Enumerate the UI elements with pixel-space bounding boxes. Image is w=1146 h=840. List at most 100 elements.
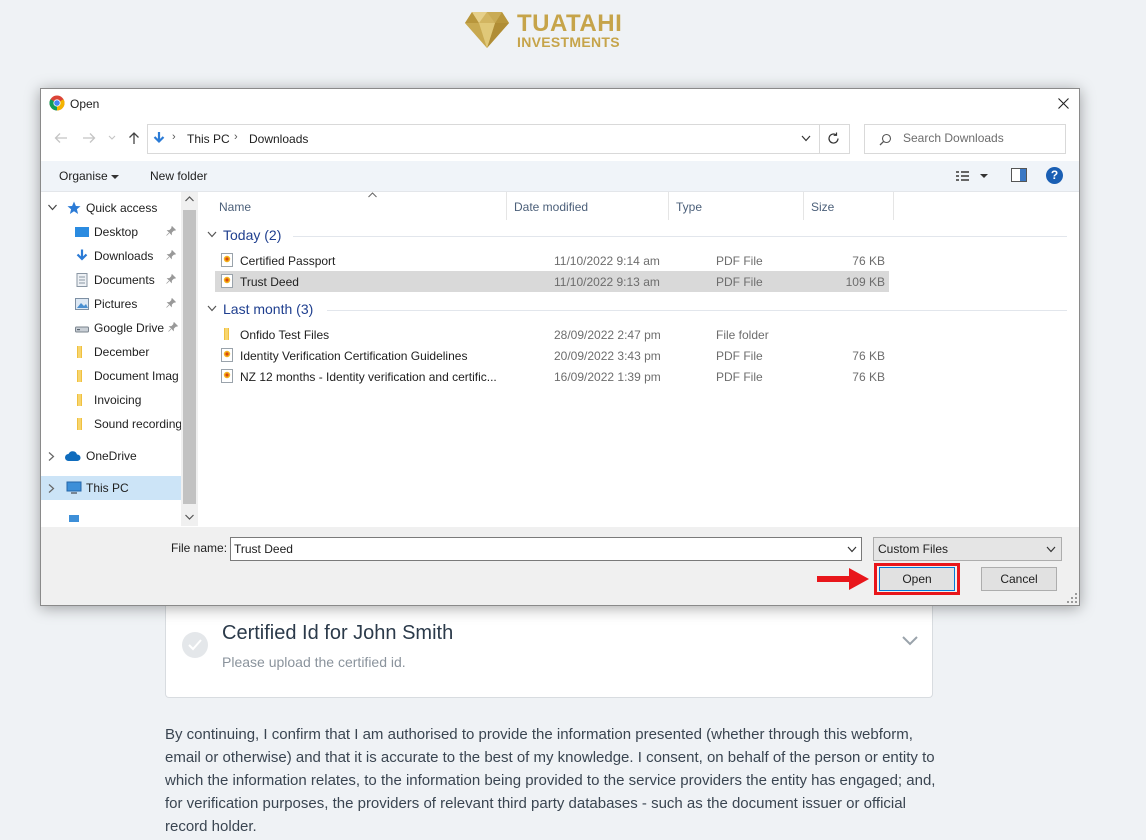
nav-item-network[interactable] [41, 512, 198, 526]
pin-icon [168, 322, 178, 332]
nav-item-downloads[interactable]: Downloads [41, 244, 198, 268]
column-header-type[interactable]: Type [669, 192, 804, 220]
file-type: PDF File [716, 349, 763, 363]
preview-pane-icon[interactable] [1011, 168, 1027, 182]
nav-label: Document Imag [94, 369, 179, 383]
filter-value: Custom Files [878, 542, 949, 556]
search-input[interactable] [903, 130, 1053, 146]
dialog-footer: File name: Custom Files Open Cancel [41, 527, 1079, 605]
column-header-name[interactable]: Name [212, 192, 507, 220]
file-name-combobox[interactable] [230, 537, 862, 561]
up-arrow-icon[interactable] [126, 130, 142, 146]
change-view-button[interactable] [955, 167, 991, 185]
column-header-date[interactable]: Date modified [507, 192, 669, 220]
column-header-size[interactable]: Size [804, 192, 894, 220]
column-label: Type [676, 200, 703, 214]
pdf-file-icon [221, 348, 233, 362]
nav-item-sound-recording[interactable]: Sound recording [41, 412, 198, 436]
nav-item-this-pc[interactable]: This PC [41, 476, 198, 500]
file-row[interactable]: NZ 12 months - Identity verification and… [215, 366, 889, 387]
brand-subtitle: INVESTMENTS [517, 34, 620, 50]
command-bar: Organise New folder ? [41, 161, 1079, 192]
chevron-down-icon[interactable] [847, 546, 857, 553]
card-description: Please upload the certified id. [222, 654, 406, 670]
scrollbar-thumb[interactable] [183, 210, 196, 504]
nav-item-december[interactable]: December [41, 340, 198, 364]
breadcrumb-this-pc[interactable]: This PC [187, 132, 230, 146]
pin-icon [166, 226, 176, 236]
chevron-down-icon [207, 305, 217, 312]
nav-item-invoicing[interactable]: Invoicing [41, 388, 198, 412]
forward-arrow-icon[interactable] [81, 130, 97, 146]
desktop-icon [75, 227, 89, 237]
nav-item-quick-access[interactable]: Quick access [41, 196, 198, 220]
help-icon[interactable]: ? [1046, 167, 1063, 184]
download-icon [76, 249, 88, 261]
file-date: 28/09/2022 2:47 pm [554, 328, 661, 342]
file-name: Trust Deed [240, 275, 299, 289]
nav-label: OneDrive [86, 449, 137, 463]
new-folder-button[interactable]: New folder [150, 169, 207, 183]
network-icon [69, 515, 79, 522]
organise-label: Organise [59, 169, 108, 183]
close-button[interactable] [1049, 89, 1079, 119]
resize-grip-icon[interactable] [1067, 593, 1077, 603]
chevron-down-icon[interactable] [902, 636, 918, 646]
search-icon [879, 133, 892, 146]
scroll-up-icon[interactable] [185, 196, 194, 202]
navigation-scrollbar[interactable] [181, 192, 198, 526]
file-name: Onfido Test Files [240, 328, 330, 342]
group-title: Last month (3) [223, 301, 314, 317]
folder-icon [224, 328, 229, 340]
consent-text: By continuing, I confirm that I am autho… [165, 726, 936, 835]
nav-item-onedrive[interactable]: OneDrive [41, 444, 198, 468]
nav-item-google-drive[interactable]: Google Drive [41, 316, 198, 340]
nav-item-pictures[interactable]: Pictures [41, 292, 198, 316]
group-header-today[interactable]: Today (2) [207, 225, 1067, 247]
refresh-button[interactable] [819, 124, 850, 154]
file-name-input[interactable] [234, 541, 834, 557]
cancel-button[interactable]: Cancel [981, 567, 1057, 591]
file-list[interactable]: Name Date modified Type Size Today (2) C… [199, 192, 1079, 526]
scroll-down-icon[interactable] [185, 514, 194, 520]
folder-icon [77, 394, 82, 406]
chrome-icon [49, 95, 65, 111]
chevron-right-icon [48, 484, 55, 493]
organise-menu[interactable]: Organise [59, 169, 120, 183]
back-arrow-icon[interactable] [53, 130, 69, 146]
star-icon [67, 201, 81, 214]
file-row[interactable]: Certified Passport 11/10/2022 9:14 am PD… [215, 250, 889, 271]
file-size: 76 KB [852, 254, 885, 268]
breadcrumb-downloads[interactable]: Downloads [249, 132, 308, 146]
nav-label: Quick access [86, 201, 158, 215]
pictures-icon [75, 298, 89, 310]
breadcrumb-chevron-icon: › [172, 131, 176, 143]
recent-dropdown-icon[interactable] [107, 130, 117, 146]
navigation-pane[interactable]: Quick access Desktop Downloads Documents… [41, 192, 198, 526]
file-name: Identity Verification Certification Guid… [240, 349, 468, 363]
chevron-down-icon[interactable] [801, 135, 811, 142]
nav-item-desktop[interactable]: Desktop [41, 220, 198, 244]
pc-icon [66, 481, 82, 494]
cloud-icon [65, 451, 81, 461]
chevron-down-icon [1046, 546, 1056, 553]
upload-card[interactable]: Certified Id for John Smith Please uploa… [165, 596, 933, 698]
search-box[interactable] [864, 124, 1066, 154]
file-row[interactable]: Onfido Test Files 28/09/2022 2:47 pm Fil… [215, 324, 889, 345]
chevron-down-icon [48, 204, 57, 211]
nav-label: December [94, 345, 150, 359]
file-row-selected[interactable]: Trust Deed 11/10/2022 9:13 am PDF File 1… [215, 271, 889, 292]
group-header-last-month[interactable]: Last month (3) [207, 299, 1067, 321]
folder-icon [77, 418, 82, 430]
card-title: Certified Id for John Smith [222, 622, 454, 644]
file-type: PDF File [716, 275, 763, 289]
nav-item-documents[interactable]: Documents [41, 268, 198, 292]
caret-down-icon [111, 175, 120, 179]
file-size: 76 KB [852, 349, 885, 363]
file-type-filter[interactable]: Custom Files [873, 537, 1062, 561]
file-row[interactable]: Identity Verification Certification Guid… [215, 345, 889, 366]
address-bar[interactable]: › This PC › Downloads [147, 124, 820, 154]
nav-item-document-imag[interactable]: Document Imag [41, 364, 198, 388]
file-size: 109 KB [845, 275, 885, 289]
refresh-icon [828, 132, 839, 144]
